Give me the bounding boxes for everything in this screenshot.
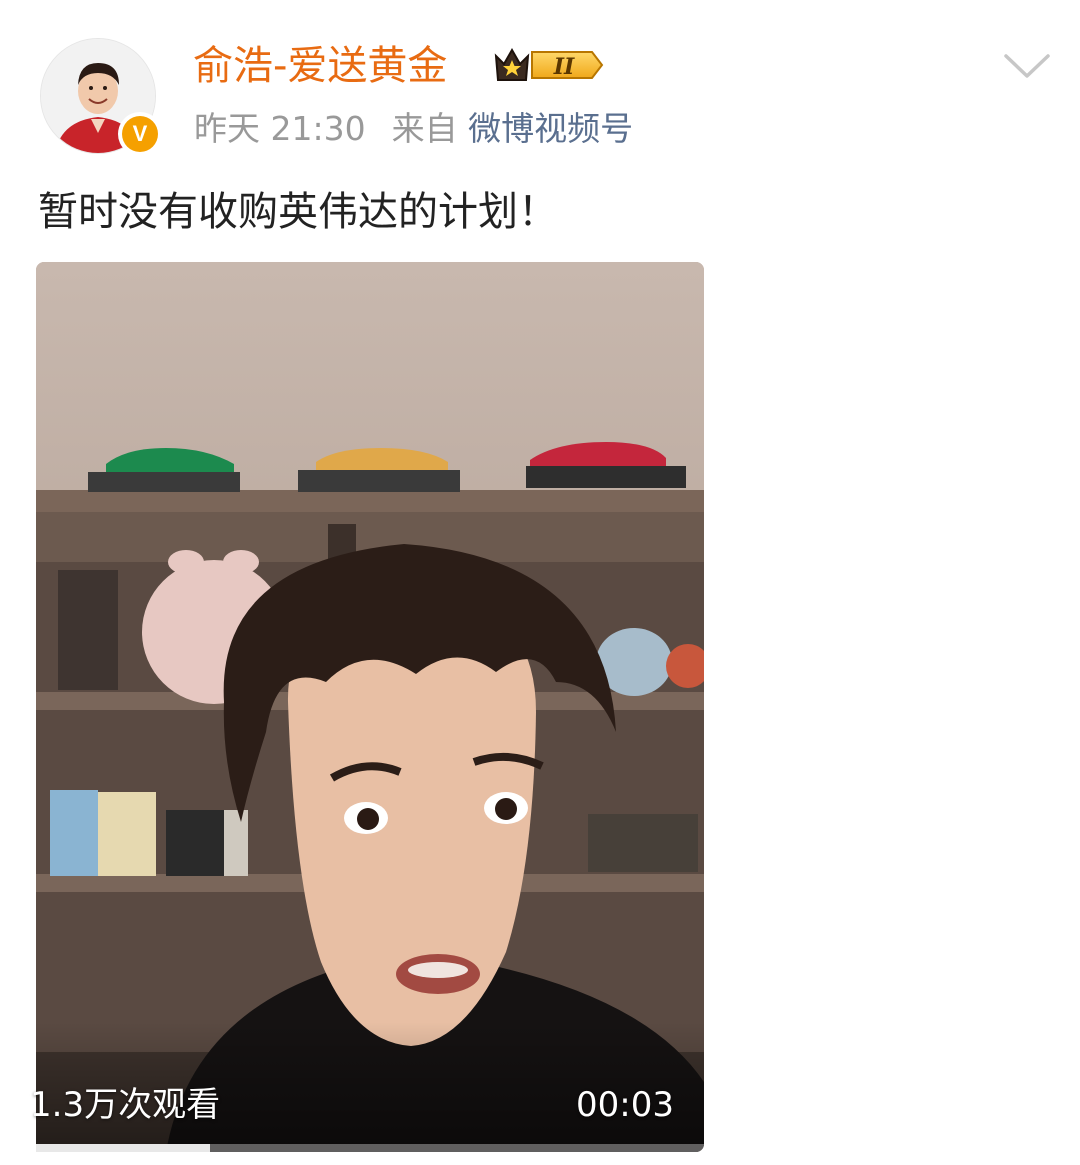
video-progress-fill (36, 1144, 210, 1152)
video-progress-bar[interactable] (36, 1144, 704, 1152)
post-text: 暂时没有收购英伟达的计划！ (38, 189, 558, 235)
username-link[interactable]: 俞浩-爱送黄金 (193, 38, 447, 94)
video-thumbnail (36, 262, 704, 1152)
view-count: 1.3万次观看 (30, 1085, 221, 1125)
weibo-post: V 俞浩-爱送黄金 II 昨天 21:30 来自 微博视频号 暂时没有收购英伟达的… (0, 0, 1080, 1165)
post-time: 昨天 21:30 (194, 109, 366, 148)
verified-v-icon: V (118, 112, 162, 156)
video-player[interactable] (36, 262, 704, 1152)
crown-vip-icon[interactable]: II (492, 44, 604, 86)
video-duration: 00:03 (576, 1085, 674, 1125)
source-link[interactable]: 微博视频号 (468, 109, 633, 148)
source-prefix: 来自 (391, 109, 458, 148)
vip-level-label: II (553, 54, 575, 80)
post-meta: 昨天 21:30 来自 微博视频号 (194, 106, 633, 152)
chevron-down-icon[interactable] (1002, 48, 1052, 82)
